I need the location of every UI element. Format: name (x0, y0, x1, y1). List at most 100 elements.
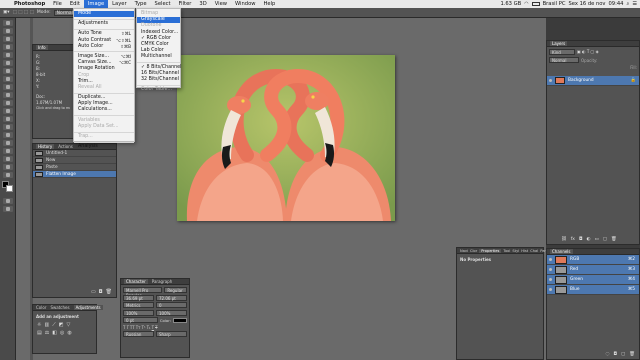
tab-swatches[interactable]: Swatches (50, 305, 69, 310)
dodge-tool-icon[interactable] (3, 124, 13, 130)
time-status[interactable]: 09:44 (608, 1, 623, 7)
visibility-eye-icon[interactable] (549, 268, 552, 271)
history-brush-tool-icon[interactable] (3, 92, 13, 98)
vibrance-icon[interactable]: ▽ (66, 322, 70, 328)
menu-layer[interactable]: Layer (108, 0, 130, 8)
menu-edit[interactable]: Edit (66, 0, 84, 8)
menu-help[interactable]: Help (260, 0, 280, 8)
faux-italic-icon[interactable]: T (126, 325, 128, 330)
history-snapshot[interactable]: Untitled-1 (33, 150, 116, 157)
blend-mode-select[interactable]: Normal (549, 57, 579, 63)
mode-submenu-item[interactable]: 32 Bits/Channel (137, 77, 180, 83)
faux-bold-icon[interactable]: T (123, 325, 125, 330)
hue-saturation-icon[interactable]: ▤ (37, 330, 42, 336)
tab-navigator[interactable]: Navi (460, 249, 468, 253)
channel-mixer-icon[interactable]: ◍ (67, 330, 71, 336)
all-caps-icon[interactable]: TT (130, 325, 135, 330)
document-canvas[interactable] (177, 55, 395, 221)
layer-filter-select[interactable]: Kind (549, 49, 575, 55)
tab-channels[interactable]: Channels (550, 249, 573, 254)
eyedropper-tool-icon[interactable] (3, 60, 13, 66)
tab-styles[interactable]: Styl (512, 249, 519, 253)
mask-icon[interactable]: ◘ (579, 237, 583, 242)
tab-properties[interactable]: Properties (479, 248, 502, 253)
tab-paragraph[interactable]: Paragraph (152, 279, 173, 284)
app-menu[interactable]: Photoshop (10, 0, 49, 8)
hand-tool-icon[interactable] (3, 164, 13, 170)
black-white-icon[interactable]: ◧ (52, 330, 57, 336)
tab-color[interactable]: Color (36, 305, 46, 310)
eraser-tool-icon[interactable] (3, 100, 13, 106)
subscript-icon[interactable]: T₁ (147, 325, 151, 330)
menu-file[interactable]: File (49, 0, 66, 8)
antialias-select[interactable]: Sharp (156, 331, 187, 337)
info-tab[interactable]: Info (36, 45, 48, 50)
image-menu-item[interactable]: Analysis (74, 144, 134, 150)
leading-field[interactable]: 72.06 pt (156, 294, 187, 301)
menu-image[interactable]: Image (83, 0, 109, 8)
tab-actions[interactable]: Actions (58, 144, 73, 149)
background-color-swatch[interactable] (6, 185, 13, 192)
baseline-shift-field[interactable]: 0 pt (123, 317, 158, 323)
history-row[interactable]: Paste (33, 164, 116, 171)
exposure-icon[interactable]: ◩ (59, 322, 64, 328)
menu-window[interactable]: Window (231, 0, 259, 8)
color-swatches[interactable] (2, 181, 13, 195)
channel-row[interactable]: RGB ⌘2 (547, 255, 639, 265)
tab-layers[interactable]: Layers (550, 41, 568, 46)
menu-3d[interactable]: 3D (195, 0, 210, 8)
save-selection-icon[interactable]: ◘ (613, 352, 617, 357)
tracking-field[interactable]: 0 (156, 302, 187, 308)
kerning-field[interactable]: Metrics (123, 302, 154, 308)
keyboard-layout[interactable]: Brasil PC (543, 1, 566, 7)
gradient-tool-icon[interactable] (3, 108, 13, 114)
visibility-eye-icon[interactable] (549, 258, 552, 261)
menu-view[interactable]: View (211, 0, 231, 8)
magic-wand-tool-icon[interactable] (3, 44, 13, 50)
tab-channels[interactable]: Chal (530, 249, 538, 253)
history-row[interactable]: Flatten Image (33, 171, 116, 178)
image-menu-item[interactable]: Calculations... (74, 107, 134, 113)
new-layer-icon[interactable]: ▢ (603, 237, 607, 242)
channel-row[interactable]: Green ⌘4 (547, 275, 639, 285)
visibility-eye-icon[interactable] (549, 79, 552, 82)
levels-icon[interactable]: ▥ (44, 322, 49, 328)
tab-tool[interactable]: Tool (503, 249, 510, 253)
search-icon[interactable]: ⌕ (626, 1, 629, 8)
fx-icon[interactable]: fx (571, 237, 575, 242)
move-tool-icon[interactable] (3, 20, 13, 26)
font-size-field[interactable]: 36.69 pt (123, 294, 154, 301)
menu-type[interactable]: Type (131, 0, 151, 8)
camera-icon[interactable]: ◘ (99, 289, 103, 295)
language-select[interactable]: Russian (123, 331, 154, 337)
lasso-tool-icon[interactable] (3, 36, 13, 42)
visibility-eye-icon[interactable] (549, 278, 552, 281)
new-channel-icon[interactable]: ▢ (621, 352, 625, 357)
strikethrough-icon[interactable]: T (155, 325, 157, 330)
adjustment-layer-icon[interactable]: ◐ (587, 237, 591, 242)
tab-history[interactable]: History (36, 144, 55, 149)
small-caps-icon[interactable]: Tт (136, 325, 141, 330)
text-color-swatch[interactable] (173, 317, 187, 323)
trash-icon[interactable]: 🗑 (611, 237, 617, 242)
menu-select[interactable]: Select (151, 0, 175, 8)
path-select-tool-icon[interactable] (3, 148, 13, 154)
type-tool-icon[interactable] (3, 140, 13, 146)
tab-character[interactable]: Character (124, 279, 148, 284)
tab-adjustments[interactable]: Adjustments (73, 305, 103, 310)
menu-filter[interactable]: Filter (175, 0, 196, 8)
visibility-eye-icon[interactable] (549, 288, 552, 291)
tool-preset-icon[interactable]: ▣▾ (3, 10, 10, 15)
horizontal-scale-field[interactable]: 100% (156, 309, 187, 316)
shape-tool-icon[interactable] (3, 156, 13, 162)
font-style-select[interactable]: Regular (164, 287, 187, 293)
image-menu-item[interactable]: Mode (74, 11, 134, 18)
group-icon[interactable]: ▭ (594, 237, 598, 242)
trash-icon[interactable]: 🗑 (629, 352, 635, 357)
tab-color[interactable]: Clor (470, 249, 477, 253)
crop-tool-icon[interactable] (3, 52, 13, 58)
date-status[interactable]: Sex 16 de nov (568, 1, 605, 7)
color-balance-icon[interactable]: ⚖ (45, 330, 49, 336)
lock-icon[interactable]: 🔒 (631, 78, 639, 83)
image-menu-item[interactable]: Adjustments (74, 21, 134, 27)
